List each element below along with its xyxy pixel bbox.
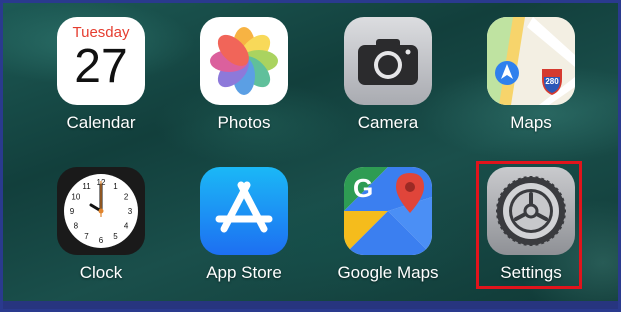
maps-icon[interactable]: 280 (487, 17, 575, 105)
photos-petals (210, 27, 278, 95)
camera-glyph (358, 39, 418, 85)
maps-glyph (487, 17, 575, 105)
calendar-icon[interactable]: Tuesday 27 (57, 17, 145, 105)
google-g-glyph: G (353, 173, 374, 203)
google-maps-icon[interactable]: G (344, 167, 432, 255)
clock-numeral: 8 (74, 222, 79, 231)
app-store-icon[interactable] (200, 167, 288, 255)
clock-numeral: 6 (99, 236, 104, 245)
clock-numeral: 11 (82, 182, 91, 191)
photos-icon[interactable] (200, 17, 288, 105)
clock-numeral: 7 (84, 232, 89, 241)
app-calendar[interactable]: Tuesday 27 Calendar (15, 17, 155, 157)
clock-numeral: 4 (124, 222, 129, 231)
clock-face: 121234567891011 (64, 174, 138, 248)
clock-icon[interactable]: 121234567891011 (57, 167, 145, 255)
app-maps[interactable]: 280 Maps (445, 17, 585, 157)
app-camera[interactable]: Camera (302, 17, 442, 157)
calendar-date: 27 (74, 40, 128, 93)
clock-numeral: 2 (124, 193, 129, 202)
app-label-maps: Maps (510, 113, 552, 132)
app-photos[interactable]: Photos (158, 17, 298, 157)
clock-numeral: 3 (128, 207, 133, 216)
clock-numeral: 5 (113, 232, 118, 241)
maps-shield-badge: 280 (545, 77, 559, 86)
clock-numeral: 1 (113, 182, 118, 191)
camera-icon[interactable] (344, 17, 432, 105)
home-screen: Tuesday 27 Calendar Photos Camera 280 Ma… (0, 0, 621, 312)
settings-highlight-box (476, 161, 582, 289)
clock-numeral: 9 (70, 207, 75, 216)
app-app-store[interactable]: App Store (158, 167, 298, 307)
clock-numeral: 10 (71, 193, 80, 202)
app-google-maps[interactable]: G Google Maps (302, 167, 442, 307)
app-store-glyph (215, 181, 273, 233)
app-clock[interactable]: 121234567891011 Clock (15, 167, 155, 307)
